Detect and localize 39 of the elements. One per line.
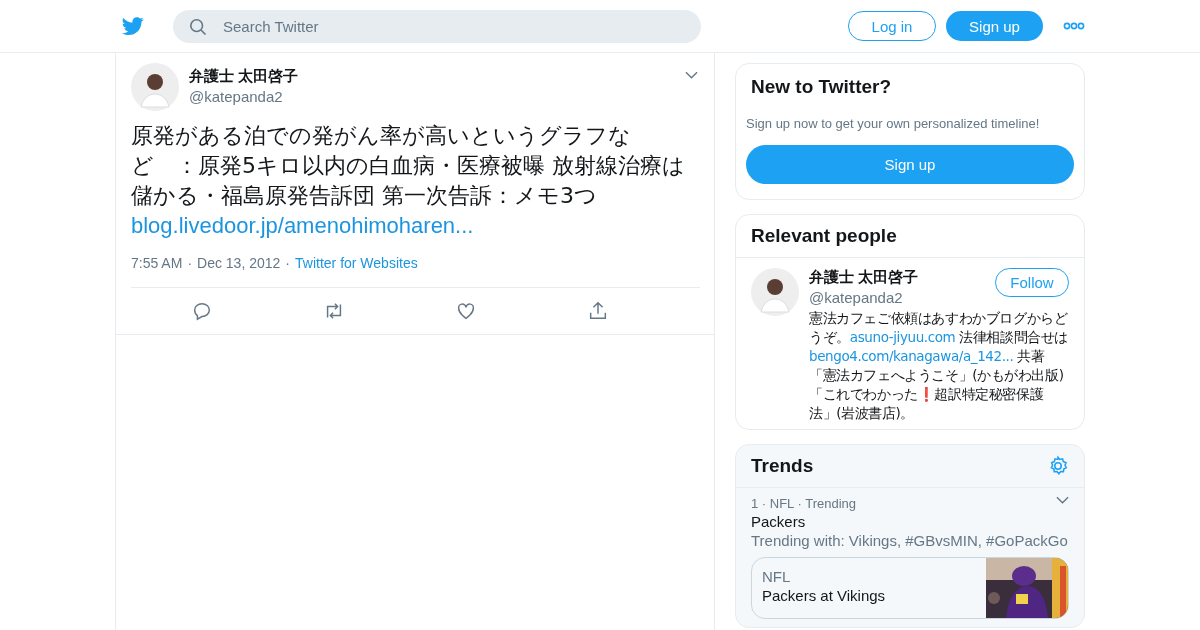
- news-category: NFL: [762, 568, 792, 585]
- tweet-source-link[interactable]: Twitter for Websites: [295, 255, 418, 271]
- separator-dot: ·: [285, 255, 290, 271]
- share-icon[interactable]: [587, 300, 609, 322]
- author-handle[interactable]: @katepanda2: [189, 88, 299, 105]
- trend-context: Trending with: Vikings, #GBvsMIN, #GoPackGo: [751, 532, 1069, 549]
- tweet-time[interactable]: 7:55 AM: [131, 255, 183, 271]
- person-handle[interactable]: @katepanda2: [809, 289, 919, 306]
- signup-prompt: Sign up now to get your own personalized timeline!: [746, 116, 1041, 131]
- avatar-icon: [751, 268, 799, 316]
- bio-link[interactable]: asuno-jiyuu.com: [849, 329, 956, 345]
- search-field[interactable]: Search Twitter: [173, 9, 701, 43]
- avatar-icon: [131, 63, 179, 111]
- news-headline: Packers at Vikings: [762, 587, 887, 604]
- card-title: Relevant people: [736, 215, 1084, 258]
- heart-icon[interactable]: [455, 300, 477, 322]
- tweet-date: Dec 13, 2012: [197, 255, 281, 271]
- follow-button[interactable]: Follow: [995, 268, 1069, 297]
- login-button[interactable]: Log in: [848, 11, 936, 41]
- search-icon: [189, 17, 207, 36]
- more-icon[interactable]: [1063, 22, 1085, 30]
- author-name[interactable]: 弁護士 太田啓子: [189, 67, 299, 86]
- tweet-text: 原発がある泊での発がん率が高いというグラフなど ：原発5キロ以内の白血病・医療被曝 放射線治療は儲かる・福島原発告訴団 第一次告訴：メモ3つ: [131, 122, 686, 210]
- card-title: New to Twitter?: [751, 76, 893, 98]
- signup-button[interactable]: Sign up: [946, 11, 1043, 41]
- card-title: Trends: [751, 455, 814, 477]
- bird-logo-icon[interactable]: [120, 15, 146, 37]
- trend-meta: 1 · NFL · Trending: [751, 496, 856, 511]
- chevron-down-icon[interactable]: [685, 71, 698, 79]
- person-bio: 憲法カフェご依頼はあすわかブログからどうぞ。asuno-jiyuu.com 法律相談問合せは bengo4.com/kanagawa/a_142... 共著「憲法カフェへようこそ」(かもがわ出版)「これでわかった❗超訳特定秘密保護法」(岩波書店)。: [809, 309, 1069, 423]
- person-name[interactable]: 弁護士 太田啓子: [809, 268, 919, 287]
- news-card[interactable]: NFL Packers at Vikings: [751, 557, 1069, 619]
- bio-link[interactable]: bengo4.com/kanagawa/a_142...: [809, 348, 1014, 364]
- chevron-down-icon[interactable]: [1056, 496, 1069, 504]
- signup-button[interactable]: Sign up: [746, 145, 1074, 184]
- reply-icon[interactable]: [191, 300, 213, 322]
- tweet-link[interactable]: blog.livedoor.jp/amenohimoharen...: [131, 211, 474, 241]
- separator-dot: ·: [187, 255, 193, 271]
- trend-name[interactable]: Packers: [751, 513, 1069, 530]
